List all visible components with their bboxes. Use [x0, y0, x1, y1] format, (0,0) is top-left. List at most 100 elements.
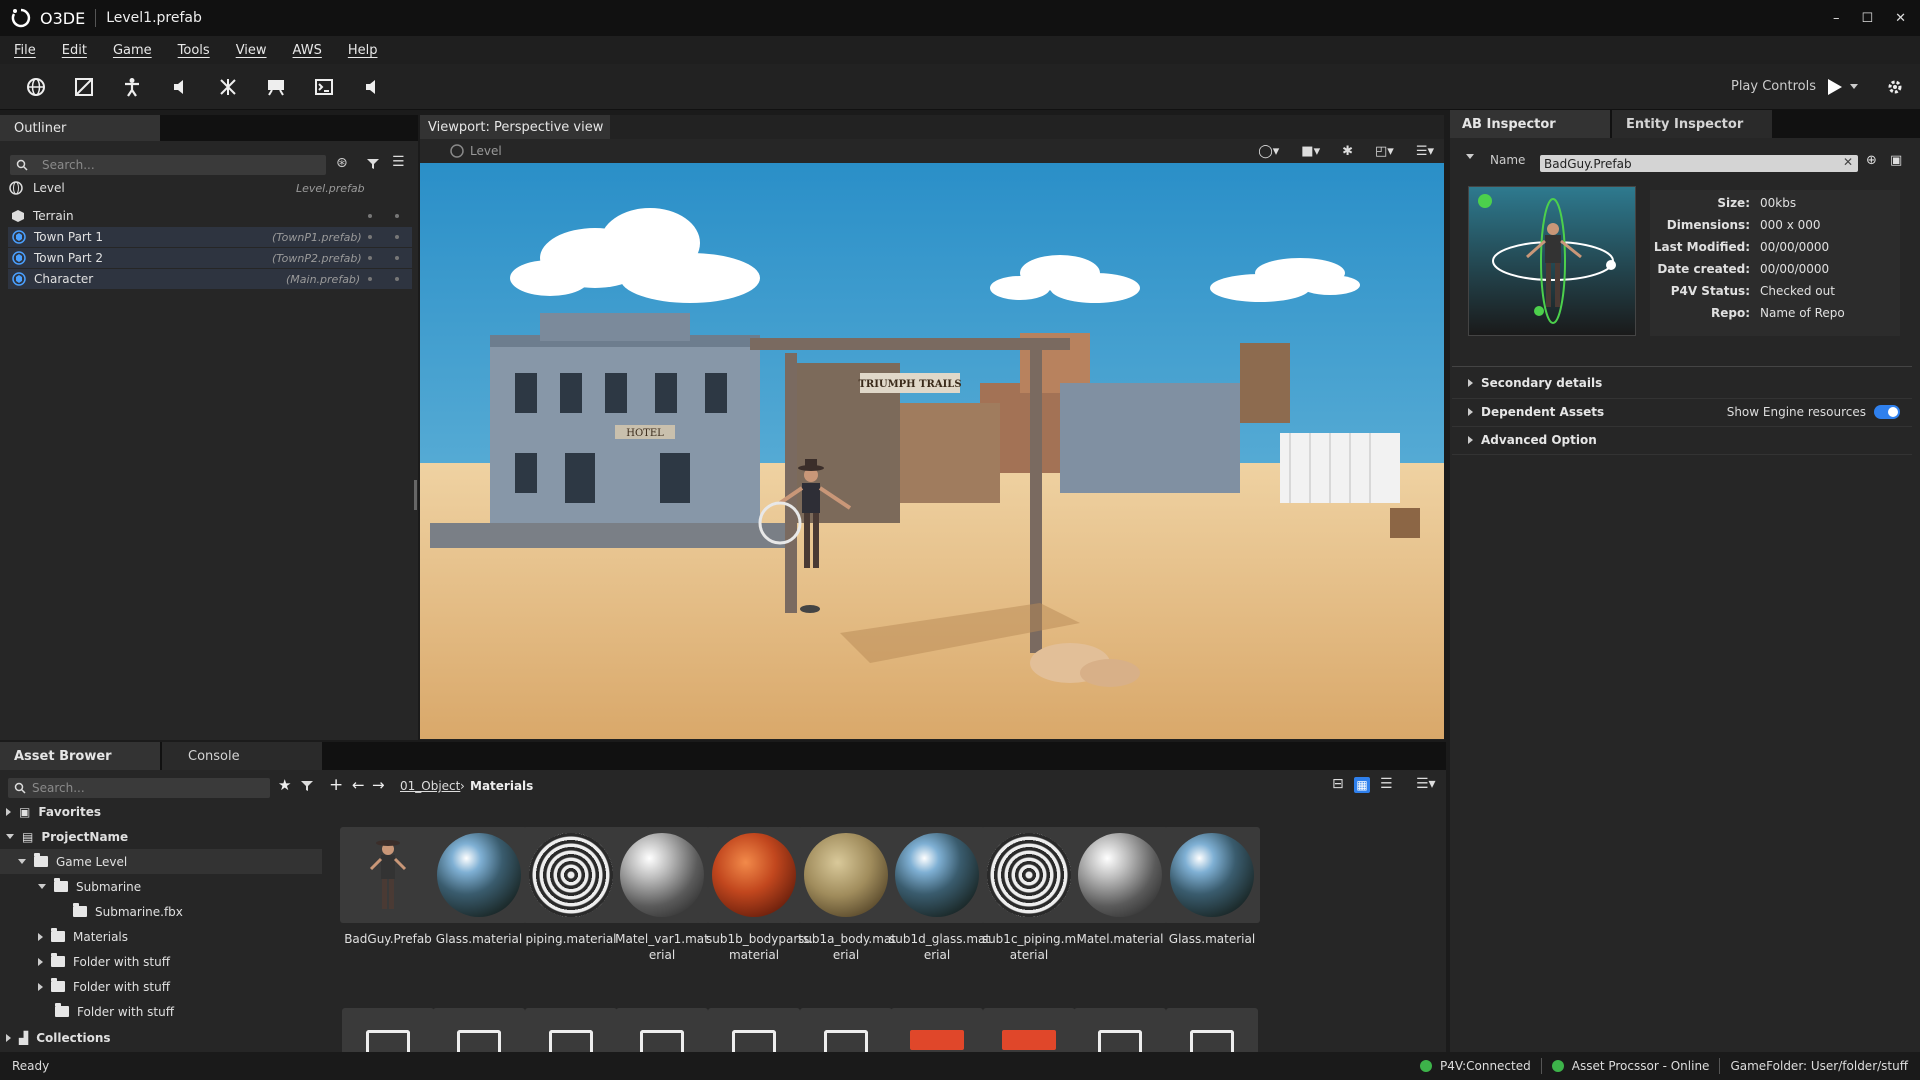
asset-tile[interactable]: BadGuy.Prefab [340, 827, 436, 947]
menu-tools[interactable]: Tools [178, 43, 210, 58]
outliner-splitter-handle[interactable] [414, 480, 417, 510]
tab-entity-inspector[interactable]: Entity Inspector [1612, 110, 1772, 138]
image-placeholder-icon[interactable] [342, 1008, 434, 1052]
tab-outliner[interactable]: Outliner [0, 115, 160, 141]
debug-bug-icon[interactable]: ✱ [1342, 144, 1353, 159]
tree-game-level[interactable]: Game Level [0, 849, 322, 874]
tree-projectname[interactable]: ▤ ProjectName [0, 824, 322, 849]
play-dropdown-icon[interactable] [1850, 84, 1858, 89]
outliner-item-town-part-2[interactable]: Town Part 2 (TownP2.prefab) [8, 248, 412, 268]
prefab-icon [12, 230, 26, 244]
open-file-icon[interactable]: ▣ [1890, 153, 1902, 168]
tree-folder-1[interactable]: Folder with stuff [0, 949, 322, 974]
outliner-item-terrain[interactable]: Terrain [0, 206, 418, 226]
gradient-icon[interactable] [60, 64, 108, 110]
asset-tile[interactable]: sub1a_body.mat erial [798, 827, 896, 963]
image-placeholder-icon[interactable] [1074, 1008, 1166, 1052]
asset-filter-icon[interactable] [300, 779, 314, 793]
add-asset-icon[interactable]: + [329, 775, 343, 795]
game-folder-status[interactable]: GameFolder: User/folder/stuff [1730, 1059, 1908, 1073]
section-advanced-option[interactable]: Advanced Option [1452, 427, 1912, 453]
image-placeholder-icon[interactable] [708, 1008, 800, 1052]
tab-asset-browser[interactable]: Asset Brower [0, 742, 160, 770]
tree-materials[interactable]: Materials [0, 924, 322, 949]
menu-view[interactable]: View [236, 43, 267, 58]
image-placeholder-icon[interactable] [1166, 1008, 1258, 1052]
outliner-options-icon[interactable]: ☰ [392, 154, 405, 170]
image-placeholder-icon[interactable] [800, 1008, 892, 1052]
snap-circle-icon[interactable]: ◯▾ [1258, 144, 1279, 159]
tree-view-icon[interactable]: ⊟ [1332, 776, 1344, 792]
image-placeholder-icon[interactable] [525, 1008, 617, 1052]
locate-icon[interactable]: ⊕ [1866, 153, 1877, 168]
tab-viewport[interactable]: Viewport: Perspective view [420, 115, 610, 139]
back-arrow-icon[interactable]: ← [352, 776, 365, 794]
tab-console[interactable]: Console [162, 742, 322, 770]
name-collapse-icon[interactable] [1466, 154, 1474, 159]
image-placeholder-icon[interactable] [616, 1008, 708, 1052]
tree-folder-2[interactable]: Folder with stuff [0, 974, 322, 999]
audio-controls-icon[interactable] [348, 64, 396, 110]
outliner-search-input[interactable]: Search... [10, 155, 326, 175]
asset-processor-status[interactable]: Asset Procssor - Online [1572, 1059, 1710, 1073]
camera-icon[interactable]: ■▾ [1301, 144, 1320, 159]
show-engine-resources-toggle[interactable] [1874, 405, 1900, 419]
viewport-breadcrumb[interactable]: Level [470, 144, 502, 158]
asset-tile[interactable]: sub1b_bodyparts. material [706, 827, 813, 963]
grid-view-icon[interactable]: ▦ [1354, 777, 1370, 793]
console-icon[interactable] [300, 64, 348, 110]
asset-tile[interactable]: sub1d_glass.mat erial [889, 827, 990, 963]
tree-folder-3[interactable]: Folder with stuff [0, 999, 322, 1024]
menu-help[interactable]: Help [348, 43, 378, 58]
p4v-status[interactable]: P4V:Connected [1440, 1059, 1531, 1073]
menu-file[interactable]: File [14, 43, 36, 58]
track-view-icon[interactable] [252, 64, 300, 110]
tab-ab-inspector[interactable]: AB Inspector [1450, 110, 1610, 138]
menu-aws[interactable]: AWS [293, 43, 322, 58]
character-icon[interactable] [108, 64, 156, 110]
viewport-options-icon[interactable]: ☰▾ [1416, 144, 1434, 159]
tree-submarine[interactable]: Submarine [0, 874, 322, 899]
breadcrumb-object[interactable]: 01_Object [400, 779, 460, 793]
settings-gear-icon[interactable] [1886, 78, 1904, 96]
asset-options-icon[interactable]: ☰▾ [1416, 776, 1436, 792]
tree-submarine-fbx[interactable]: Submarine.fbx [0, 899, 322, 924]
maximize-button[interactable]: ☐ [1861, 11, 1873, 26]
play-button[interactable] [1828, 78, 1842, 95]
tree-favorites[interactable]: ▣ Favorites [0, 799, 322, 824]
section-secondary-details[interactable]: Secondary details [1452, 370, 1912, 396]
asset-search-input[interactable]: Search... [8, 778, 270, 798]
outliner-item-town-part-1[interactable]: Town Part 1 (TownP1.prefab) [8, 227, 412, 247]
asset-tile[interactable]: Matel.material [1072, 827, 1168, 947]
image-placeholder-icon[interactable] [983, 1008, 1075, 1052]
image-placeholder-icon[interactable] [433, 1008, 525, 1052]
menu-game[interactable]: Game [113, 43, 152, 58]
name-field[interactable]: BadGuy.Prefab [1540, 155, 1858, 172]
tree-collections[interactable]: ▟ Collections [0, 1025, 322, 1050]
globe-icon[interactable] [12, 64, 60, 110]
particles-icon[interactable] [204, 64, 252, 110]
outliner-level-row[interactable]: Level Level.prefab [0, 178, 418, 198]
asset-tile[interactable]: sub1c_piping.m aterial [981, 827, 1077, 963]
list-view-icon[interactable]: ☰ [1380, 776, 1393, 792]
section-dependent-assets[interactable]: Dependent Assets Show Engine resources [1452, 399, 1912, 425]
asset-tile[interactable]: Matel_var1.mat erial [614, 827, 710, 963]
filter-icon[interactable] [366, 157, 380, 171]
asset-tile[interactable]: piping.material [523, 827, 619, 947]
asset-tile[interactable]: Glass.material [1164, 827, 1260, 947]
audio-icon[interactable] [156, 64, 204, 110]
clear-name-icon[interactable]: ✕ [1843, 155, 1853, 169]
asset-tile[interactable]: Glass.material [431, 827, 527, 947]
entity-filter-icon[interactable]: ⊛ [336, 155, 348, 171]
forward-arrow-icon[interactable]: → [372, 776, 385, 794]
viewport-size-icon[interactable]: ◰▾ [1375, 144, 1394, 159]
breadcrumb-materials[interactable]: Materials [470, 779, 533, 793]
minimize-button[interactable]: – [1833, 11, 1840, 26]
menu-edit[interactable]: Edit [62, 43, 87, 58]
favorites-star-icon[interactable]: ★ [278, 776, 291, 794]
image-placeholder-icon[interactable] [891, 1008, 983, 1052]
close-button[interactable]: ✕ [1895, 11, 1906, 26]
asset-preview[interactable] [1468, 186, 1636, 336]
outliner-item-character[interactable]: Character (Main.prefab) [8, 269, 412, 289]
viewport-scene[interactable]: HOTEL TRIUMPH TRAILS [420, 163, 1444, 739]
